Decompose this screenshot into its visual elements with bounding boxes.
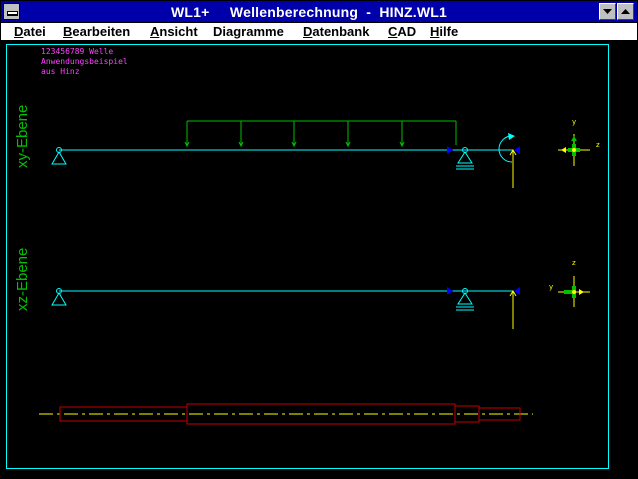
menu-accel: C bbox=[388, 24, 398, 39]
menu-accel: A bbox=[150, 24, 160, 39]
menu-datei[interactable]: Datei bbox=[14, 24, 46, 39]
menu-accel: D bbox=[303, 24, 313, 39]
menu-label: ilfe bbox=[439, 24, 459, 39]
menu-cad[interactable]: CAD bbox=[388, 24, 416, 39]
info-line: Anwendungsbeispiel bbox=[41, 57, 128, 66]
info-line: aus Hinz bbox=[41, 67, 80, 76]
xz-plane-label: xz-Ebene bbox=[14, 247, 31, 311]
xz-axis-vertical-label: z bbox=[572, 259, 576, 267]
menu-bar: Datei Bearbeiten Ansicht Diagramme Daten… bbox=[1, 23, 637, 41]
info-line: 123456789 Welle bbox=[41, 47, 114, 56]
window-title: WL1+ Wellenberechnung - HINZ.WL1 bbox=[170, 4, 448, 20]
xy-moment-arrow-icon bbox=[508, 133, 515, 140]
application-window: WL1+ Wellenberechnung - HINZ.WL1 Datei B… bbox=[0, 0, 638, 479]
xz-axis-horizontal-label: y bbox=[549, 283, 554, 291]
xz-right-support-icon bbox=[456, 288, 474, 311]
menu-label: nsicht bbox=[159, 24, 198, 39]
info-text: 123456789 Welle Anwendungsbeispiel aus H… bbox=[41, 47, 128, 77]
xy-axis-horizontal-label: z bbox=[596, 141, 600, 149]
menu-accel: B bbox=[63, 24, 73, 39]
xy-right-support-icon bbox=[456, 147, 474, 170]
menu-label: atenbank bbox=[312, 24, 370, 39]
menu-accel: H bbox=[430, 24, 440, 39]
xy-plane-label: xy-Ebene bbox=[14, 104, 31, 168]
drawing-area[interactable]: 123456789 Welle Anwendungsbeispiel aus H… bbox=[1, 41, 637, 478]
xy-axis-vertical-label: y bbox=[572, 118, 577, 126]
triangle-up-icon bbox=[621, 9, 630, 14]
menu-diagramme[interactable]: Diagramme bbox=[213, 24, 284, 39]
menu-label: earbeiten bbox=[72, 24, 131, 39]
shaft-drawing bbox=[6, 44, 609, 469]
menu-label: atei bbox=[23, 24, 46, 39]
menu-accel: D bbox=[14, 24, 24, 39]
menu-ansicht[interactable]: Ansicht bbox=[150, 24, 198, 39]
menu-hilfe[interactable]: Hilfe bbox=[430, 24, 458, 39]
menu-bearbeiten[interactable]: Bearbeiten bbox=[63, 24, 130, 39]
triangle-down-icon bbox=[603, 9, 612, 14]
xy-moment-icon bbox=[498, 135, 513, 163]
system-menu-icon bbox=[7, 11, 18, 15]
xz-marker-icon bbox=[447, 287, 453, 295]
xy-axis-cross-icon bbox=[558, 134, 590, 166]
xy-distributed-load bbox=[184, 120, 457, 148]
system-menu-button[interactable] bbox=[3, 3, 20, 20]
drawing-frame bbox=[6, 44, 609, 469]
menu-datenbank[interactable]: Datenbank bbox=[303, 24, 369, 39]
menu-label: Diagramme bbox=[213, 24, 284, 39]
menu-label: AD bbox=[397, 24, 417, 39]
xz-axis-cross-icon bbox=[558, 276, 590, 307]
title-bar[interactable]: WL1+ Wellenberechnung - HINZ.WL1 bbox=[1, 1, 637, 23]
minimize-button[interactable] bbox=[599, 3, 616, 20]
maximize-button[interactable] bbox=[617, 3, 634, 20]
xy-marker-icon bbox=[447, 146, 453, 154]
